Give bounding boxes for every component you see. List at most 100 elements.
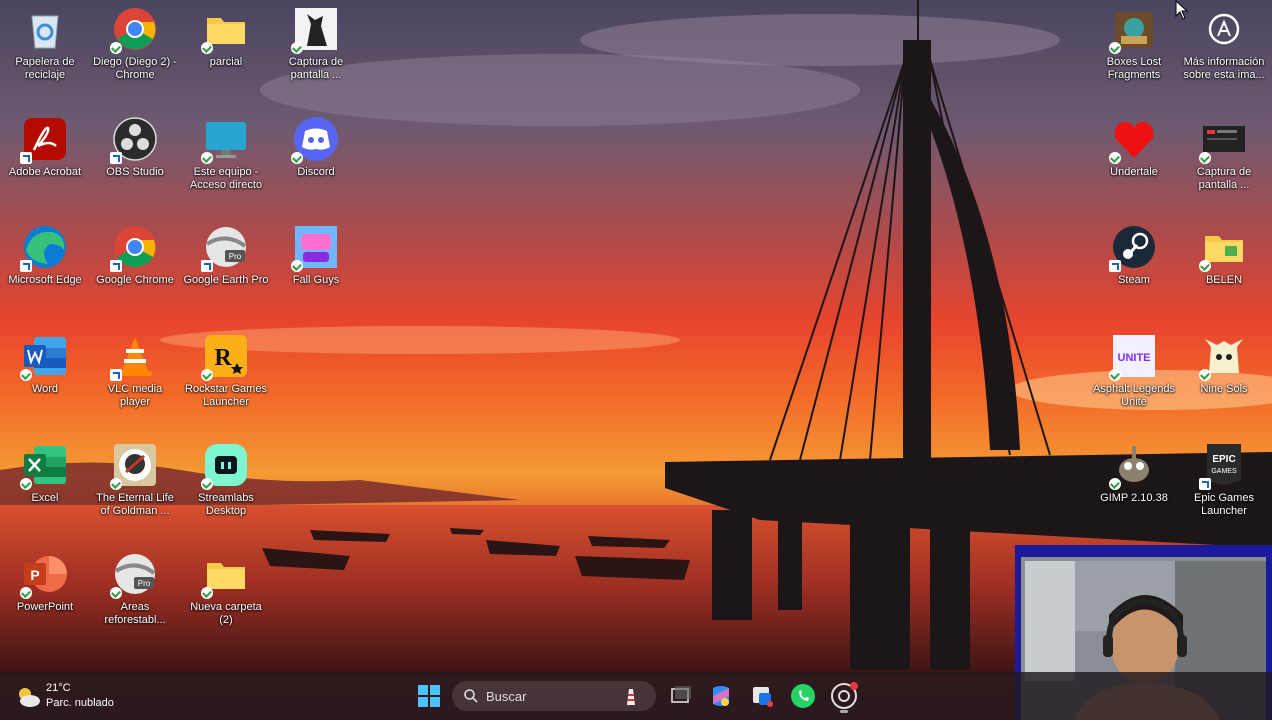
asphalt-icon: UNITE [1109,333,1157,381]
desktop-icon-streamlabs[interactable]: Streamlabs Desktop [181,436,271,536]
desktop-icon-label: Epic Games Launcher [1194,492,1254,517]
taskbar-app-whatsapp[interactable] [787,680,819,712]
start-icon [418,685,440,707]
desktop-icon-label: Papelera de reciclaje [15,56,75,81]
search-placeholder: Buscar [486,689,527,704]
taskbar-search-box[interactable]: Buscar [452,681,656,711]
sync-status-icon [201,587,213,599]
powerpoint-icon: P [20,551,68,599]
desktop-icon-nine-sols[interactable]: Nine Sols [1179,327,1269,427]
desktop-icon-label: Discord [297,166,335,178]
desktop-icon-label: Rockstar Games Launcher [185,383,267,408]
desktop-icon-recycle-bin[interactable]: Papelera de reciclaje [0,0,90,100]
lighthouse-icon [627,689,635,705]
svg-text:GAMES: GAMES [1211,468,1237,475]
desktop-icon-chrome-profile[interactable]: Diego (Diego 2) - Chrome [90,0,180,100]
desktop-icon-label: OBS Studio [106,166,164,178]
folder-icon [201,551,249,599]
desktop-icon-gimp[interactable]: GIMP 2.10.38 [1089,436,1179,536]
desktop-icon-vlc[interactable]: VLC media player [90,327,180,427]
folder-icon [1199,224,1247,272]
desktop-icon-label: VLC media player [107,383,163,408]
desktop-icon-belen[interactable]: BELEN [1179,218,1269,318]
desktop-icon-screenshot-1[interactable]: Captura de pantalla ... [271,0,361,100]
desktop-icon-label: Adobe Acrobat [8,166,82,178]
desktop-icon-label: The Eternal Life of Goldman ... [96,492,174,517]
recycle-bin-icon [22,6,68,52]
weather-widget[interactable]: 21°C Parc. nublado [12,680,172,714]
eternal-life-icon [110,442,158,490]
sync-status-icon [20,369,32,381]
desktop-icon-label: Google Earth Pro [183,274,269,286]
desktop-icon-nueva-carpeta[interactable]: Nueva carpeta (2) [181,545,271,645]
google-earth-icon: Pro [201,224,249,272]
taskbar-app-chrome[interactable] [828,680,860,713]
desktop-icon-areas-reforestables[interactable]: Pro Areas reforestabl... [90,545,180,645]
shortcut-arrow-icon [20,152,32,164]
desktop-icon-label: Diego (Diego 2) - Chrome [93,56,177,81]
svg-text:UNITE: UNITE [1118,352,1151,364]
desktop-icon-epic-games[interactable]: EPIC GAMES Epic Games Launcher [1179,436,1269,536]
sync-status-icon [1199,260,1211,272]
shortcut-arrow-icon [201,260,213,272]
desktop-icon-label: Captura de pantalla ... [288,56,344,81]
sync-status-icon [1109,42,1121,54]
steam-icon [1109,224,1157,272]
desktop-icon-label: BELEN [1205,274,1243,286]
desktop-icon-label: Microsoft Edge [8,274,82,286]
shortcut-arrow-icon [110,260,122,272]
desktop-icon-asphalt[interactable]: UNITE Asphalt Legends Unite [1089,327,1179,427]
weather-condition: Parc. nublado [46,697,114,709]
desktop-icon-boxes-lost-fragments[interactable]: Boxes Lost Fragments [1089,0,1179,100]
desktop-icon-rockstar[interactable]: R Rockstar Games Launcher [181,327,271,427]
sync-status-icon [1109,369,1121,381]
desktop-icon-fall-guys[interactable]: Fall Guys [271,218,361,318]
desktop-icon-steam[interactable]: Steam [1089,218,1179,318]
sync-status-icon [110,42,122,54]
folder-icon [201,6,249,54]
shortcut-arrow-icon [1199,478,1211,490]
desktop-icon-label: Este equipo - Acceso directo [189,166,263,191]
start-button[interactable] [413,680,445,712]
taskbar-app-capture[interactable] [746,680,778,712]
desktop-icon-obs-studio[interactable]: OBS Studio [90,110,180,210]
sync-status-icon [110,478,122,490]
desktop-icon-word[interactable]: Word [0,327,90,427]
screenshot-cat-icon [291,6,339,54]
desktop-icon-label: Captura de pantalla ... [1196,166,1252,191]
whatsapp-icon [791,684,815,708]
desktop-icon-label: Boxes Lost Fragments [1106,56,1162,81]
sync-status-icon [110,587,122,599]
desktop-icon-google-chrome[interactable]: Google Chrome [90,218,180,318]
desktop-icon-mas-informacion[interactable]: Más información sobre esta ima... [1179,0,1269,100]
chrome-icon [110,224,158,272]
desktop-icon-powerpoint[interactable]: P PowerPoint [0,545,90,645]
desktop-icon-microsoft-edge[interactable]: Microsoft Edge [0,218,90,318]
desktop-icon-eternal-life[interactable]: The Eternal Life of Goldman ... [90,436,180,536]
sync-status-icon [291,152,303,164]
capture-icon [753,687,773,707]
monitor-icon [201,116,249,164]
epic-games-icon: EPIC GAMES [1199,442,1247,490]
desktop-icon-excel[interactable]: Excel [0,436,90,536]
desktop-icon-label: GIMP 2.10.38 [1100,492,1168,504]
desktop-icon-parcial[interactable]: parcial [181,0,271,100]
desktop-icon-discord[interactable]: Discord [271,110,361,210]
desktop-icon-label: Excel [31,492,59,504]
desktop-icon-adobe-acrobat[interactable]: Adobe Acrobat [0,110,90,210]
search-icon [464,689,478,703]
edge-icon [20,224,68,272]
desktop-icon-google-earth-pro[interactable]: Pro Google Earth Pro [181,218,271,318]
excel-icon [20,442,68,490]
pro-badge: Pro [138,579,151,588]
taskbar-app-copilot[interactable] [705,680,737,712]
sync-status-icon [1199,152,1211,164]
desktop-icon-undertale[interactable]: Undertale [1089,110,1179,210]
sync-status-icon [201,369,213,381]
desktop-icon-label: Nueva carpeta (2) [190,601,262,626]
task-view-button[interactable] [664,680,696,712]
desktop-icon-screenshot-2[interactable]: Captura de pantalla ... [1179,110,1269,210]
desktop-icon-label: PowerPoint [16,601,74,613]
rockstar-icon: R [201,333,249,381]
desktop-icon-este-equipo[interactable]: Este equipo - Acceso directo [181,110,271,210]
